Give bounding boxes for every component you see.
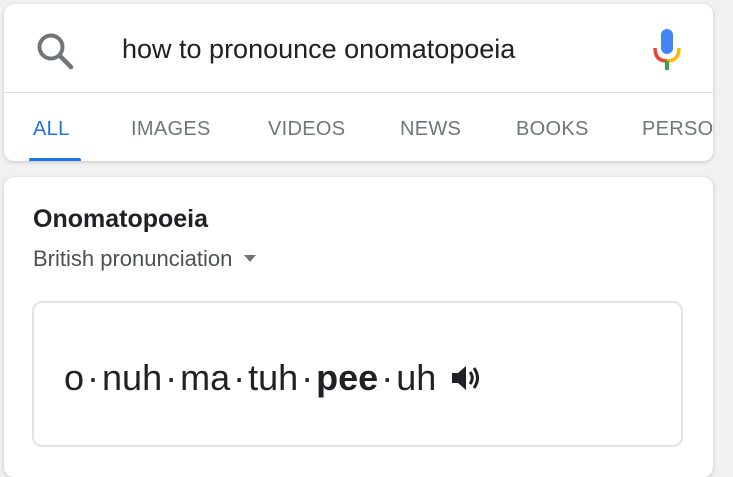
tab-all[interactable]: ALL [33,93,70,161]
tab-books[interactable]: BOOKS [516,93,589,161]
active-tab-indicator [29,158,81,161]
search-tabs: ALL IMAGES VIDEOS NEWS BOOKS PERSO [4,93,713,161]
syllable-separator: · [165,357,178,398]
caret-down-icon [244,255,257,262]
mic-icon[interactable] [652,29,682,71]
phonetic-spelling: o · nuh · ma · tuh · pee · uh [64,357,482,399]
syllable-separator: · [233,357,246,398]
syllable: uh [396,357,437,398]
search-icon[interactable] [34,30,76,72]
accent-label: British pronunciation [33,246,233,271]
pronunciation-card: Onomatopoeia British pronunciation o · n… [4,177,713,477]
syllable-separator: · [381,357,394,398]
tab-personal[interactable]: PERSO [642,93,713,161]
tab-images[interactable]: IMAGES [131,93,211,161]
syllable: tuh [248,357,299,398]
word-title: Onomatopoeia [33,205,209,233]
search-card: ALL IMAGES VIDEOS NEWS BOOKS PERSO [4,4,713,161]
syllable-separator: · [301,357,314,398]
stressed-syllable: pee [316,357,379,398]
tab-videos[interactable]: VIDEOS [268,93,345,161]
search-bar [4,4,713,93]
pronunciation-box: o · nuh · ma · tuh · pee · uh [32,301,683,447]
syllable-separator: · [87,357,100,398]
syllable: ma [180,357,231,398]
search-input[interactable] [122,24,622,74]
syllable: o [64,357,85,398]
accent-selector[interactable]: British pronunciation [33,246,257,272]
speaker-icon[interactable] [450,363,482,393]
syllable: nuh [102,357,163,398]
tab-news[interactable]: NEWS [400,93,461,161]
